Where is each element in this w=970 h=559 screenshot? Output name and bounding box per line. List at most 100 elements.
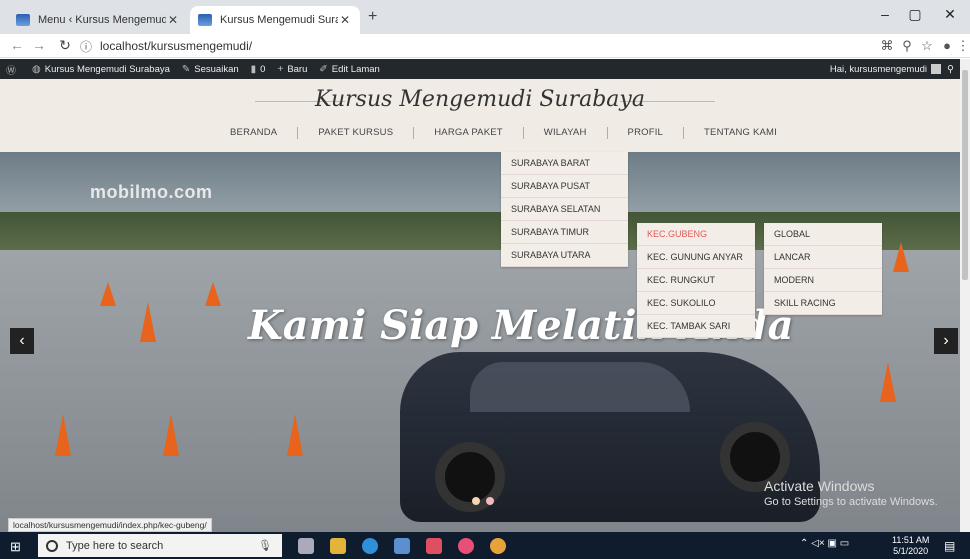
hero-slider: mobilmo.com Kami Siap Melatih Anda ‹ › A…	[0, 152, 960, 532]
zoom-icon[interactable]: ⚲	[898, 38, 916, 54]
menu-item-global[interactable]: GLOBAL	[764, 223, 882, 246]
nav-beranda[interactable]: BERANDA	[210, 127, 299, 139]
close-window-button[interactable]: ✕	[935, 6, 965, 23]
nav-tentang-kami[interactable]: TENTANG KAMI	[684, 127, 797, 139]
edit-page-link[interactable]: ✐ Edit Laman	[319, 64, 379, 75]
site-title[interactable]: Kursus Mengemudi Surabaya	[0, 87, 960, 112]
tab-title: Kursus Mengemudi Surabaya	[220, 14, 338, 26]
menu-item-surabaya-selatan[interactable]: SURABAYA SELATAN	[501, 198, 628, 221]
cone-image	[140, 302, 156, 342]
menu-item-kec-tambak-sari[interactable]: KEC. TAMBAK SARI	[637, 315, 755, 338]
new-link[interactable]: + Baru	[277, 64, 307, 75]
nav-wilayah[interactable]: WILAYAH	[524, 127, 608, 139]
chrome-icon[interactable]	[490, 538, 506, 554]
menu-item-surabaya-utara[interactable]: SURABAYA UTARA	[501, 244, 628, 267]
cortana-icon	[46, 539, 58, 552]
menu-item-surabaya-timur[interactable]: SURABAYA TIMUR	[501, 221, 628, 244]
new-label: Baru	[287, 63, 308, 75]
menu-item-kec-rungkut[interactable]: KEC. RUNGKUT	[637, 269, 755, 292]
plus-icon: +	[277, 63, 284, 75]
menu-dots-icon[interactable]: ⋮	[954, 38, 970, 54]
menu-item-surabaya-barat[interactable]: SURABAYA BARAT	[501, 152, 628, 175]
system-tray[interactable]: ⌃ ◁× ▣ ▭	[800, 538, 849, 549]
slide-dot[interactable]	[472, 497, 480, 505]
url-field[interactable]: ⓘ localhost/kursusmengemudi/	[80, 36, 900, 56]
nav-paket-kursus[interactable]: PAKET KURSUS	[298, 127, 415, 139]
nav-harga-paket[interactable]: HARGA PAKET	[414, 127, 524, 139]
cone-image	[55, 414, 71, 456]
mobilmo-watermark: mobilmo.com	[90, 182, 213, 202]
wordpress-favicon-icon	[198, 14, 212, 26]
edge-icon[interactable]	[362, 538, 378, 554]
comment-icon: ▮	[250, 63, 257, 75]
comments-link[interactable]: ▮ 0	[251, 64, 266, 75]
back-icon[interactable]: ←	[8, 37, 26, 53]
taskbar-clock[interactable]: 11:51 AM 5/1/2020	[892, 535, 929, 557]
search-icon[interactable]: ⚲	[947, 64, 954, 75]
menu-item-kec-sukolilo[interactable]: KEC. SUKOLILO	[637, 292, 755, 315]
timur-submenu: KEC.GUBENG KEC. GUNUNG ANYAR KEC. RUNGKU…	[637, 223, 755, 338]
notification-icon[interactable]: ▤	[944, 539, 955, 553]
reload-icon[interactable]: ↻	[56, 37, 74, 54]
store-icon[interactable]	[394, 538, 410, 554]
slide-dot-active[interactable]	[486, 497, 494, 505]
dashboard-icon: ◍	[32, 63, 41, 75]
site-name-label: Kursus Mengemudi Surabaya	[44, 63, 170, 75]
wp-admin-bar: Ⓦ ◍ Kursus Mengemudi Surabaya ✎ Sesuaikan …	[0, 59, 960, 79]
bookmark-star-icon[interactable]: ☆	[918, 38, 936, 54]
translate-icon[interactable]: ⌘	[878, 38, 896, 54]
site-name-link[interactable]: ◍ Kursus Mengemudi Surabaya	[32, 64, 170, 75]
comments-count: 0	[260, 63, 266, 75]
status-bar-url: localhost/kursusmengemudi/index.php/kec-…	[8, 518, 212, 532]
menu-item-modern[interactable]: MODERN	[764, 269, 882, 292]
maximize-button[interactable]: ▢	[900, 6, 930, 23]
wordpress-favicon-icon	[16, 14, 30, 26]
windows-start-icon[interactable]: ⊞	[10, 539, 21, 555]
greeting-link[interactable]: Hai, kursusmengemudi	[830, 64, 927, 75]
customize-link[interactable]: ✎ Sesuaikan	[182, 64, 239, 75]
cone-image	[880, 362, 896, 402]
cone-image	[100, 282, 116, 306]
xampp-icon[interactable]	[426, 538, 442, 554]
prev-slide-button[interactable]: ‹	[10, 328, 34, 354]
taskbar-search-box[interactable]: Type here to search 🎙	[38, 534, 282, 557]
close-tab-icon[interactable]: ✕	[338, 13, 352, 27]
menu-item-kec-gunung-anyar[interactable]: KEC. GUNUNG ANYAR	[637, 246, 755, 269]
wp-logo-icon[interactable]: Ⓦ	[6, 62, 20, 77]
cone-image	[287, 414, 303, 456]
nav-profil[interactable]: PROFIL	[608, 127, 685, 139]
activate-windows-watermark: Activate Windows Go to Settings to activ…	[764, 478, 938, 508]
scrollbar-thumb[interactable]	[962, 70, 968, 280]
menu-item-kec-gubeng[interactable]: KEC.GUBENG	[637, 223, 755, 246]
cone-image	[205, 282, 221, 306]
menu-item-surabaya-pusat[interactable]: SURABAYA PUSAT	[501, 175, 628, 198]
avatar[interactable]	[931, 64, 942, 74]
tab-home[interactable]: Kursus Mengemudi Surabaya ✕	[190, 6, 360, 34]
tab-title: Menu ‹ Kursus Mengemudi Surab	[38, 14, 166, 26]
app-icon[interactable]	[458, 538, 474, 554]
activate-subtitle: Go to Settings to activate Windows.	[764, 496, 938, 508]
menu-item-lancar[interactable]: LANCAR	[764, 246, 882, 269]
task-view-icon[interactable]	[298, 538, 314, 554]
minimize-button[interactable]: –	[870, 6, 900, 22]
new-tab-button[interactable]: +	[368, 8, 377, 26]
close-tab-icon[interactable]: ✕	[166, 13, 180, 27]
next-slide-button[interactable]: ›	[934, 328, 958, 354]
file-explorer-icon[interactable]	[330, 538, 346, 554]
edit-label: Edit Laman	[331, 63, 380, 75]
microphone-icon[interactable]: 🎙	[258, 539, 272, 552]
brush-icon: ✎	[181, 63, 191, 75]
cone-image	[893, 242, 909, 272]
clock-date: 5/1/2020	[893, 546, 929, 556]
main-navigation: BERANDA PAKET KURSUS HARGA PAKET WILAYAH…	[210, 127, 797, 139]
menu-item-skill-racing[interactable]: SKILL RACING	[764, 292, 882, 315]
tab-menu[interactable]: Menu ‹ Kursus Mengemudi Surab ✕	[8, 6, 188, 34]
forward-icon[interactable]: →	[30, 37, 48, 53]
pencil-icon: ✐	[319, 63, 328, 75]
search-placeholder: Type here to search	[66, 539, 164, 552]
gubeng-submenu: GLOBAL LANCAR MODERN SKILL RACING	[764, 223, 882, 315]
browser-tab-bar: Menu ‹ Kursus Mengemudi Surab ✕ Kursus M…	[0, 0, 970, 34]
clock-time: 11:51 AM	[892, 535, 930, 545]
site-header: Kursus Mengemudi Surabaya BERANDA PAKET …	[0, 79, 960, 152]
info-icon[interactable]: ⓘ	[80, 38, 92, 55]
